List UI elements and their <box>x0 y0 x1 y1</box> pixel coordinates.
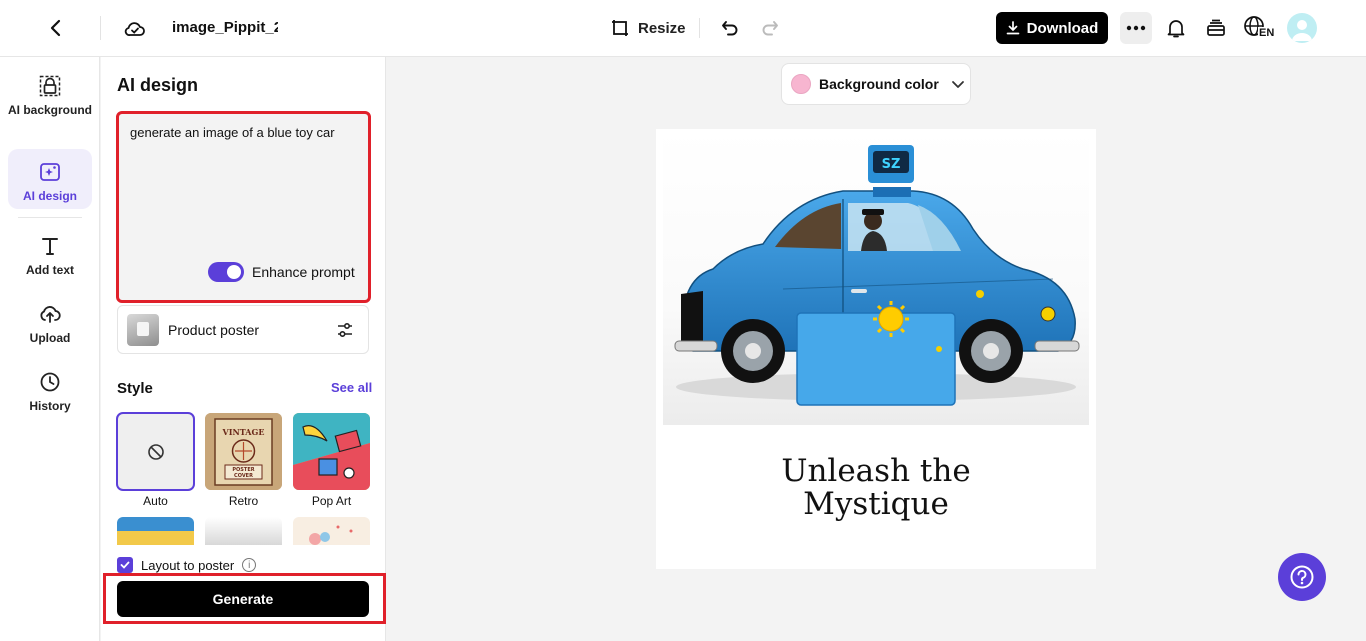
back-button[interactable] <box>38 10 74 46</box>
resize-label: Resize <box>638 19 686 37</box>
see-all-link[interactable]: See all <box>331 380 372 395</box>
download-label: Download <box>1026 19 1099 37</box>
style-option-pop-art[interactable]: Pop Art <box>293 413 370 508</box>
style-option-auto[interactable]: Auto <box>116 412 195 508</box>
style-option-partial[interactable] <box>293 517 370 545</box>
redo-button[interactable] <box>754 12 786 44</box>
cloud-sync-button[interactable] <box>118 12 152 46</box>
rail-divider <box>18 217 82 218</box>
no-style-icon <box>147 443 164 460</box>
design-poster[interactable]: SZ Unleash the Mystique <box>656 129 1096 569</box>
headline-line-2: Mystique <box>803 486 949 522</box>
style-thumbnail: VINTAGE POSTER COVER <box>205 413 282 490</box>
template-label: Product poster <box>168 321 260 338</box>
layout-to-poster-checkbox[interactable] <box>117 557 133 573</box>
left-rail: AI background AI design Add text Upload … <box>0 57 100 641</box>
prompt-input[interactable]: generate an image of a blue toy car Enha… <box>116 111 371 303</box>
generate-button[interactable]: Generate <box>117 581 369 617</box>
poster-headline[interactable]: Unleash the Mystique <box>656 455 1096 521</box>
headline-line-1: Unleash the <box>781 453 971 489</box>
rail-item-history[interactable]: History <box>8 369 92 415</box>
style-thumbnail <box>293 413 370 490</box>
undo-icon <box>722 21 738 36</box>
retro-line1: VINTAGE <box>222 427 265 437</box>
chevron-left-icon <box>50 19 61 37</box>
rail-label: AI design <box>22 189 77 203</box>
question-icon <box>1290 565 1314 589</box>
retro-line3: COVER <box>234 473 253 479</box>
divider <box>699 18 700 38</box>
rail-item-upload[interactable]: Upload <box>8 301 92 347</box>
history-icon <box>37 369 63 395</box>
rail-item-add-text[interactable]: Add text <box>8 233 92 279</box>
file-name[interactable]: image_Pippit_20 <box>172 19 278 36</box>
style-label: Auto <box>143 494 168 508</box>
card-stack-icon <box>1207 19 1225 36</box>
rail-label: History <box>29 399 71 413</box>
layout-to-poster-row: Layout to poster i <box>117 557 257 573</box>
language-button[interactable]: EN <box>1241 12 1277 44</box>
enhance-prompt-row: Enhance prompt <box>208 262 355 282</box>
info-icon[interactable]: i <box>242 558 257 572</box>
user-avatar-icon <box>1292 20 1312 41</box>
resize-button[interactable]: Resize <box>604 12 692 44</box>
help-button[interactable] <box>1278 553 1326 601</box>
rail-item-ai-background[interactable]: AI background <box>8 73 92 135</box>
background-color-swatch <box>791 74 811 94</box>
generate-highlight: Generate <box>103 573 386 624</box>
download-button[interactable]: Download <box>996 12 1108 44</box>
notifications-button[interactable] <box>1160 12 1192 44</box>
subscription-button[interactable] <box>1200 12 1232 44</box>
template-selector[interactable]: Product poster <box>117 305 369 354</box>
rail-label: AI background <box>8 103 93 117</box>
enhance-prompt-label: Enhance prompt <box>252 264 355 280</box>
style-section-title: Style <box>117 380 153 397</box>
style-option-partial[interactable] <box>205 517 282 545</box>
roof-sign-text: SZ <box>882 157 901 172</box>
avatar[interactable] <box>1287 13 1317 43</box>
background-color-label: Background color <box>819 76 939 92</box>
check-icon <box>120 561 130 569</box>
sliders-icon[interactable] <box>334 319 356 341</box>
redo-icon <box>762 21 778 36</box>
style-label: Pop Art <box>311 494 352 508</box>
background-color-button[interactable]: Background color <box>781 63 971 105</box>
style-label: Retro <box>228 494 259 508</box>
style-option-retro[interactable]: VINTAGE POSTER COVER Retro <box>205 413 282 508</box>
divider <box>100 16 101 40</box>
car-image[interactable]: SZ <box>663 129 1089 425</box>
rail-item-ai-design[interactable]: AI design <box>8 149 92 209</box>
more-options-button[interactable] <box>1120 12 1152 44</box>
bell-icon <box>1167 20 1185 38</box>
cloud-check-icon <box>124 22 145 36</box>
layout-to-poster-label: Layout to poster <box>141 557 235 573</box>
rail-label: Add text <box>26 263 74 277</box>
prompt-text[interactable]: generate an image of a blue toy car <box>130 124 362 142</box>
style-option-partial[interactable] <box>117 517 194 545</box>
more-dots-icon <box>1126 25 1146 31</box>
style-thumbnail <box>116 412 195 491</box>
ai-background-icon <box>37 73 63 99</box>
chevron-down-icon <box>951 81 964 88</box>
language-label: EN <box>1258 27 1276 39</box>
ai-design-panel: AI design generate an image of a blue to… <box>101 57 386 641</box>
enhance-prompt-toggle[interactable] <box>208 262 244 282</box>
upload-icon <box>37 301 63 327</box>
text-icon <box>37 233 63 259</box>
top-bar: image_Pippit_20 Resize Download EN <box>0 0 1366 57</box>
rail-label: Upload <box>29 331 71 345</box>
resize-icon <box>612 20 628 36</box>
download-icon <box>1006 21 1020 35</box>
panel-title: AI design <box>117 75 199 95</box>
template-thumbnail <box>127 313 159 346</box>
ai-design-icon <box>37 159 63 185</box>
undo-button[interactable] <box>714 12 746 44</box>
